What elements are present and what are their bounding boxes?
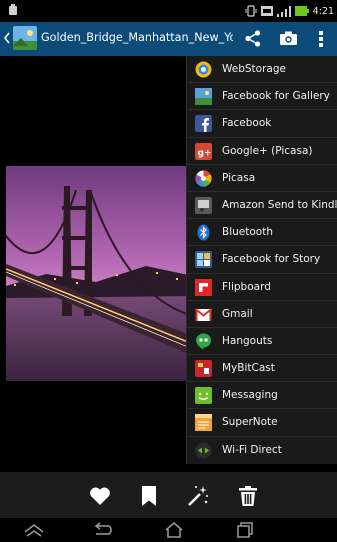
trash-icon[interactable] (236, 484, 260, 508)
notification-icon (9, 4, 17, 15)
page-title: Golden_Bridge_Manhattan_New_York_N... (41, 31, 233, 44)
home-icon[interactable] (163, 521, 185, 539)
share-menu: WebStorage Facebook for Gallery Facebook… (186, 56, 337, 464)
menu-item-label: Hangouts (222, 334, 273, 347)
messaging-icon (195, 387, 212, 405)
kindle-icon (195, 196, 212, 214)
hangouts-icon (195, 333, 211, 350)
share-item-picasa[interactable]: Picasa (187, 165, 337, 192)
vibrate-icon (245, 5, 257, 17)
menu-item-label: Gmail (222, 307, 253, 320)
supernote-icon (195, 414, 212, 432)
menu-item-label: Wi-Fi Direct (222, 443, 282, 456)
menu-item-label: Facebook for Gallery (222, 90, 330, 103)
bottom-toolbar (0, 472, 337, 518)
share-item-webstorage[interactable]: WebStorage (187, 56, 337, 84)
menu-item-label: WebStorage (222, 63, 286, 75)
picasa-icon (195, 170, 212, 187)
share-item-wifi-direct[interactable]: Wi-Fi Direct (187, 437, 337, 464)
menu-item-label: Messaging (222, 389, 278, 402)
system-nav-bar (0, 518, 337, 542)
share-item-facebook-gallery[interactable]: Facebook for Gallery (187, 83, 337, 111)
status-icons: 4:21 (245, 3, 334, 19)
menu-item-label: Facebook for Story (222, 253, 321, 266)
share-item-kindle[interactable]: Amazon Send to Kindle (187, 192, 337, 220)
share-item-gmail[interactable]: Gmail (187, 301, 337, 328)
signal-icon (276, 5, 291, 17)
wifi-direct-icon (195, 442, 212, 459)
share-item-supernote[interactable]: SuperNote (187, 409, 337, 437)
menu-item-label: Google+ (Picasa) (222, 144, 313, 157)
share-icon[interactable] (245, 30, 261, 47)
share-item-google-plus[interactable]: g+ Google+ (Picasa) (187, 138, 337, 165)
camera-icon[interactable] (280, 31, 297, 45)
share-item-flipboard[interactable]: Flipboard (187, 274, 337, 301)
svg-text:g+: g+ (198, 148, 212, 158)
share-item-bluetooth[interactable]: Bluetooth (187, 219, 337, 247)
menu-item-label: Flipboard (222, 280, 271, 293)
gallery-app-icon[interactable] (13, 26, 37, 50)
battery-icon (294, 6, 309, 16)
flipboard-icon (195, 278, 212, 296)
menu-item-label: Facebook (222, 117, 272, 130)
action-bar: Golden_Bridge_Manhattan_New_York_N... (0, 22, 337, 56)
facebook-story-icon (195, 251, 212, 269)
share-item-facebook-story[interactable]: Facebook for Story (187, 246, 337, 274)
photo-bridge[interactable] (6, 166, 193, 381)
status-bar: 4:21 (0, 0, 337, 22)
heart-icon[interactable] (88, 484, 112, 508)
mybitcast-icon (195, 360, 212, 378)
menu-item-label: MyBitCast (222, 362, 275, 375)
share-item-messaging[interactable]: Messaging (187, 382, 337, 410)
back-icon[interactable] (91, 521, 113, 539)
bluetooth-icon (197, 224, 210, 241)
overflow-menu-icon[interactable] (318, 30, 324, 48)
up-navigation-chevron-icon[interactable] (3, 31, 11, 45)
webstorage-icon (195, 61, 212, 78)
magic-wand-icon[interactable] (186, 484, 210, 508)
share-item-mybitcast[interactable]: MyBitCast (187, 355, 337, 383)
menu-item-label: Amazon Send to Kindle (222, 198, 337, 211)
recent-apps-icon[interactable] (23, 521, 45, 539)
status-time: 4:21 (312, 5, 334, 17)
menu-item-label: SuperNote (222, 416, 278, 429)
data-icon (260, 6, 273, 16)
google-plus-icon: g+ (195, 142, 212, 160)
gmail-icon (195, 308, 212, 321)
facebook-gallery-icon (195, 88, 212, 106)
overview-icon[interactable] (233, 521, 255, 539)
bookmark-icon[interactable] (137, 484, 161, 508)
menu-item-label: Picasa (222, 171, 256, 184)
menu-item-label: Bluetooth (222, 226, 273, 239)
facebook-icon (195, 115, 212, 133)
share-item-hangouts[interactable]: Hangouts (187, 328, 337, 356)
share-item-facebook[interactable]: Facebook (187, 110, 337, 138)
